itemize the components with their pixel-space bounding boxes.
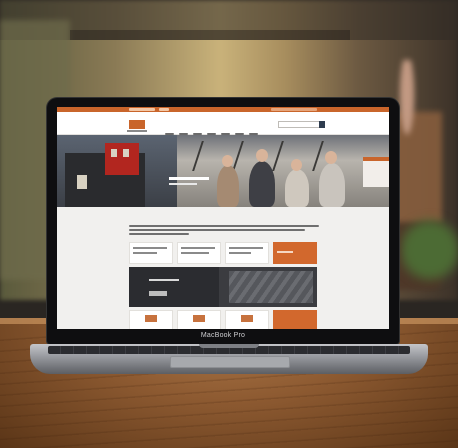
laptop-model-label: MacBook Pro xyxy=(200,332,246,339)
card-line xyxy=(181,247,215,249)
brick-image xyxy=(193,315,205,322)
person xyxy=(285,169,309,207)
feature-panel-text-area xyxy=(129,267,219,307)
house-window xyxy=(123,149,129,157)
house-red-facade xyxy=(105,143,139,175)
hero-banner xyxy=(57,135,389,207)
house-window xyxy=(77,175,87,189)
product-tile-highlight[interactable] xyxy=(273,310,317,329)
hero-headline xyxy=(169,177,209,180)
brand-logo[interactable] xyxy=(129,120,145,129)
card-line xyxy=(133,252,157,254)
brick-image xyxy=(145,315,157,322)
hero-contact-header xyxy=(363,157,389,161)
person xyxy=(217,165,239,207)
hero-subline xyxy=(169,183,197,185)
card-line xyxy=(133,247,167,249)
cta-card[interactable] xyxy=(273,242,317,264)
utility-link[interactable] xyxy=(129,108,155,111)
intro-paragraph xyxy=(129,225,319,235)
laptop-hinge-notch xyxy=(199,344,259,348)
text-line xyxy=(129,229,305,231)
hero-team-photo xyxy=(177,135,389,207)
product-tile[interactable] xyxy=(225,310,269,329)
info-card[interactable] xyxy=(225,242,269,264)
product-tile[interactable] xyxy=(129,310,173,329)
person-head xyxy=(222,155,233,167)
feature-panel xyxy=(129,267,317,307)
ceiling-beam xyxy=(232,141,244,171)
card-line xyxy=(181,252,209,254)
person-head xyxy=(325,151,337,164)
brick-image xyxy=(241,315,253,322)
ceiling-beam xyxy=(312,141,324,171)
card-line xyxy=(277,251,293,253)
info-card[interactable] xyxy=(177,242,221,264)
search-input[interactable] xyxy=(278,121,320,128)
person xyxy=(249,161,275,207)
site-header xyxy=(57,112,389,135)
feature-image xyxy=(229,271,313,303)
person xyxy=(319,163,345,207)
product-tile[interactable] xyxy=(177,310,221,329)
blurred-plant xyxy=(400,200,458,300)
search-icon[interactable] xyxy=(319,121,325,128)
logo-tagline xyxy=(127,130,147,132)
product-tiles xyxy=(129,310,317,329)
ceiling-stripe xyxy=(70,30,350,40)
house-window xyxy=(111,149,117,157)
laptop-screen xyxy=(57,107,389,329)
ceiling-beam xyxy=(192,141,204,171)
card-line xyxy=(229,247,263,249)
info-card[interactable] xyxy=(129,242,173,264)
text-line xyxy=(129,225,319,227)
person-head xyxy=(291,159,302,171)
feature-headline xyxy=(149,279,179,281)
text-line xyxy=(129,233,189,235)
ceiling-beam xyxy=(272,141,284,171)
person-head xyxy=(256,149,268,162)
feature-button[interactable] xyxy=(149,291,167,296)
laptop-lid: MacBook Pro xyxy=(47,98,399,344)
card-line xyxy=(229,252,251,254)
utility-link[interactable] xyxy=(159,108,169,111)
laptop-trackpad xyxy=(170,356,290,368)
hero-contact-box[interactable] xyxy=(363,157,389,187)
utility-link[interactable] xyxy=(271,108,317,111)
